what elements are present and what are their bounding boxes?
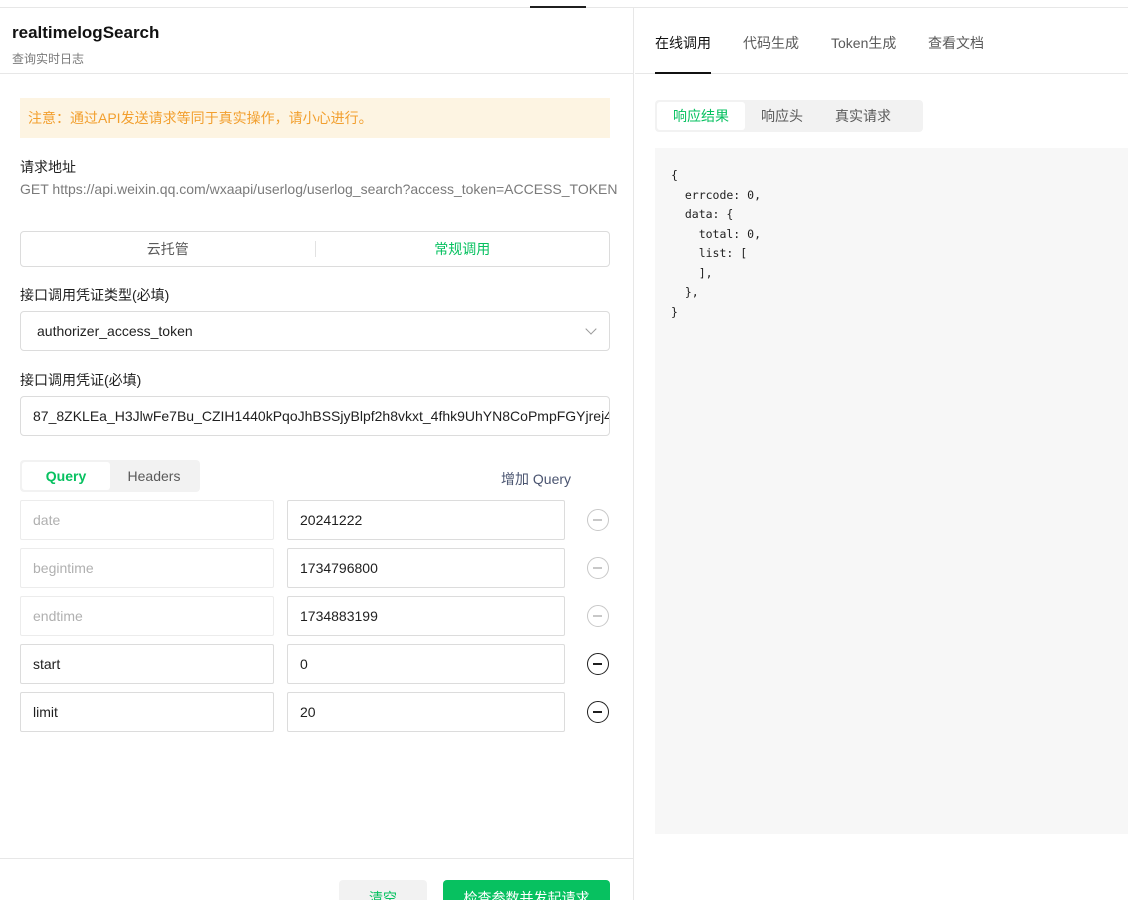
param-row: begintime 1734796800 bbox=[20, 548, 620, 588]
response-body: { errcode: 0, data: { total: 0, list: [ … bbox=[671, 168, 762, 319]
param-value-input[interactable]: 0 bbox=[287, 644, 565, 684]
call-mode-cloud[interactable]: 云托管 bbox=[21, 232, 315, 266]
tab-headers[interactable]: Headers bbox=[110, 462, 198, 490]
remove-circle-icon[interactable] bbox=[587, 701, 609, 723]
tab-code-gen[interactable]: 代码生成 bbox=[743, 33, 799, 53]
tab-online-call[interactable]: 在线调用 bbox=[655, 33, 711, 53]
param-row: date 20241222 bbox=[20, 500, 620, 540]
credential-input[interactable]: 87_8ZKLEa_H3JlwFe7Bu_CZIH1440kPqoJhBSSjy… bbox=[20, 396, 610, 436]
param-row: limit 20 bbox=[20, 692, 620, 732]
param-row: endtime 1734883199 bbox=[20, 596, 620, 636]
chevron-down-icon bbox=[585, 323, 597, 335]
active-tab-underline bbox=[655, 72, 711, 74]
top-strip bbox=[0, 0, 1128, 8]
credential-label: 接口调用凭证(必填) bbox=[20, 372, 142, 388]
api-name: realtimelogSearch bbox=[12, 23, 160, 42]
tab-token-gen[interactable]: Token生成 bbox=[831, 33, 896, 53]
tab-response-result[interactable]: 响应结果 bbox=[657, 102, 745, 130]
response-tabs: 响应结果 响应头 真实请求 bbox=[655, 100, 923, 132]
param-key-input[interactable]: begintime bbox=[20, 548, 274, 588]
call-mode-regular[interactable]: 常规调用 bbox=[316, 232, 610, 266]
tab-response-headers[interactable]: 响应头 bbox=[745, 102, 819, 130]
param-tabs: Query Headers bbox=[20, 460, 200, 492]
tab-real-request[interactable]: 真实请求 bbox=[819, 102, 907, 130]
credential-type-value: authorizer_access_token bbox=[37, 323, 193, 339]
credential-type-select[interactable]: authorizer_access_token bbox=[20, 311, 610, 351]
call-mode-switch: 云托管 常规调用 bbox=[20, 231, 610, 267]
remove-circle-icon[interactable] bbox=[587, 509, 609, 531]
warning-notice: 注意：通过API发送请求等同于真实操作，请小心进行。 bbox=[20, 98, 610, 138]
request-url: GET https://api.weixin.qq.com/wxaapi/use… bbox=[20, 181, 618, 197]
send-request-button[interactable]: 检查参数并发起请求 bbox=[443, 880, 610, 900]
footer-divider bbox=[0, 858, 634, 859]
request-panel: realtimelogSearch 查询实时日志 注意：通过API发送请求等同于… bbox=[0, 8, 634, 900]
add-query-link[interactable]: 增加 Query bbox=[501, 469, 571, 489]
api-description: 查询实时日志 bbox=[12, 52, 85, 66]
tab-query[interactable]: Query bbox=[22, 462, 110, 490]
remove-circle-icon[interactable] bbox=[587, 605, 609, 627]
param-value-input[interactable]: 20241222 bbox=[287, 500, 565, 540]
remove-circle-icon[interactable] bbox=[587, 653, 609, 675]
tab-view-docs[interactable]: 查看文档 bbox=[928, 33, 984, 53]
param-row: start 0 bbox=[20, 644, 620, 684]
param-value-input[interactable]: 1734883199 bbox=[287, 596, 565, 636]
credential-type-label: 接口调用凭证类型(必填) bbox=[20, 287, 170, 303]
response-panel: 在线调用 代码生成 Token生成 查看文档 响应结果 响应头 真实请求 { e… bbox=[635, 8, 1128, 900]
response-body-box: { errcode: 0, data: { total: 0, list: [ … bbox=[655, 148, 1128, 834]
clear-button[interactable]: 清空 bbox=[339, 880, 427, 900]
param-key-input[interactable]: endtime bbox=[20, 596, 274, 636]
param-key-input[interactable]: start bbox=[20, 644, 274, 684]
param-value-input[interactable]: 20 bbox=[287, 692, 565, 732]
param-key-input[interactable]: limit bbox=[20, 692, 274, 732]
request-url-label: 请求地址 bbox=[20, 159, 76, 175]
api-header: realtimelogSearch 查询实时日志 bbox=[0, 8, 634, 74]
right-tab-bar: 在线调用 代码生成 Token生成 查看文档 bbox=[635, 8, 1128, 74]
param-key-input[interactable]: date bbox=[20, 500, 274, 540]
param-value-input[interactable]: 1734796800 bbox=[287, 548, 565, 588]
remove-circle-icon[interactable] bbox=[587, 557, 609, 579]
